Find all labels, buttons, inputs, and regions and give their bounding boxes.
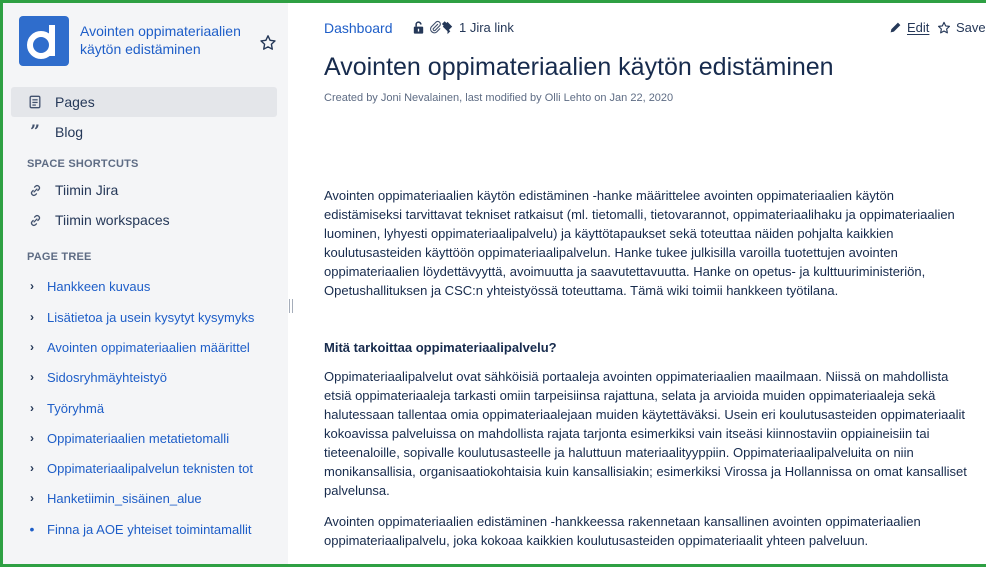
tree-item[interactable]: › Oppimateriaalipalvelun teknisten tot — [27, 457, 263, 479]
tree-item-label[interactable]: Sidosryhmäyhteistyö — [47, 370, 167, 385]
edit-label[interactable]: Edit — [907, 20, 929, 35]
save-for-later-button[interactable]: Save — [937, 20, 986, 35]
tree-item-label[interactable]: Finna ja AOE yhteiset toimintamallit — [47, 522, 251, 537]
tree-item-label[interactable]: Oppimateriaalien metatietomalli — [47, 431, 229, 446]
sidebar-resize-handle[interactable] — [289, 299, 295, 315]
tree-item[interactable]: › Hankkeen kuvaus — [27, 275, 263, 297]
unlock-icon[interactable] — [411, 20, 427, 36]
space-shortcuts-label: SPACE SHORTCUTS — [27, 158, 139, 170]
space-header: Avointen oppimateriaalien käytön edistäm… — [19, 14, 281, 70]
page-byline: Created by Joni Nevalainen, last modifie… — [324, 92, 674, 104]
breadcrumb-dashboard[interactable]: Dashboard — [324, 20, 393, 36]
page-toolbar: Dashboard 1 Jira link Edit Save — [324, 18, 986, 38]
tree-item[interactable]: › Oppimateriaalien metatietomalli — [27, 427, 263, 449]
jira-link[interactable]: 1 Jira link — [440, 20, 514, 35]
pages-icon — [27, 94, 43, 110]
page-body: Avointen oppimateriaalien käytön edistäm… — [324, 186, 969, 564]
shortcut-tiimin-jira[interactable]: Tiimin Jira — [11, 175, 277, 205]
link-icon — [27, 212, 43, 228]
app-frame: Avointen oppimateriaalien käytön edistäm… — [0, 0, 986, 567]
intro-paragraph: Avointen oppimateriaalien käytön edistäm… — [324, 188, 955, 298]
tree-item[interactable]: • Finna ja AOE yhteiset toimintamallit — [27, 518, 263, 540]
bullet-icon: • — [29, 521, 35, 537]
tree-item-label[interactable]: Työryhmä — [47, 401, 104, 416]
jira-link-label[interactable]: 1 Jira link — [459, 20, 514, 35]
tree-item-label[interactable]: Oppimateriaalipalvelun teknisten tot — [47, 461, 253, 476]
edit-button[interactable]: Edit — [889, 20, 929, 35]
body-paragraph: Avointen oppimateriaalien edistäminen -h… — [324, 514, 921, 548]
save-label[interactable]: Save — [956, 20, 986, 35]
sidebar-item-label: Pages — [55, 94, 95, 110]
main-content: Dashboard 1 Jira link Edit Save Avointen… — [324, 3, 986, 564]
page-title: Avointen oppimateriaalien käytön edistäm… — [324, 53, 834, 81]
star-space-icon[interactable] — [259, 34, 277, 52]
sidebar-item-label: Blog — [55, 124, 84, 140]
chevron-right-icon[interactable]: › — [27, 340, 37, 354]
shortcut-tiimin-workspaces[interactable]: Tiimin workspaces — [11, 205, 277, 235]
jira-icon — [441, 21, 453, 35]
sidebar-item-pages[interactable]: Pages — [11, 87, 277, 117]
space-logo-icon[interactable] — [19, 16, 69, 66]
space-title-link[interactable]: Avointen oppimateriaalien käytön edistäm… — [80, 22, 250, 58]
sidebar: Avointen oppimateriaalien käytön edistäm… — [3, 3, 288, 564]
tree-item[interactable]: › Työryhmä — [27, 397, 263, 419]
section-heading: Mitä tarkoittaa oppimateriaalipalvelu? — [324, 340, 557, 355]
blog-quote-icon: ” — [30, 122, 40, 142]
tree-item[interactable]: › Sidosryhmäyhteistyö — [27, 366, 263, 388]
chevron-right-icon[interactable]: › — [27, 461, 37, 475]
chevron-right-icon[interactable]: › — [27, 310, 37, 324]
tree-item-label[interactable]: Hanketiimin_sisäinen_alue — [47, 491, 202, 506]
shortcut-label: Tiimin Jira — [55, 182, 119, 198]
body-paragraph: Oppimateriaalipalvelut ovat sähköisiä po… — [324, 369, 967, 498]
chevron-right-icon[interactable]: › — [27, 491, 37, 505]
chevron-right-icon[interactable]: › — [27, 370, 37, 384]
tree-item[interactable]: › Lisätietoa ja usein kysytyt kysymyks — [27, 306, 263, 328]
chevron-right-icon[interactable]: › — [27, 431, 37, 445]
chevron-right-icon[interactable]: › — [27, 401, 37, 415]
star-icon — [937, 21, 951, 33]
chevron-right-icon[interactable]: › — [27, 279, 37, 293]
page-tree-label: PAGE TREE — [27, 251, 92, 263]
tree-item-label[interactable]: Lisätietoa ja usein kysytyt kysymyks — [47, 310, 254, 325]
tree-item[interactable]: › Hanketiimin_sisäinen_alue — [27, 487, 263, 509]
link-icon — [27, 182, 43, 198]
sidebar-item-blog[interactable]: ” Blog — [11, 117, 277, 147]
tree-item[interactable]: › Avointen oppimateriaalien määrittel — [27, 336, 263, 358]
tree-item-label[interactable]: Avointen oppimateriaalien määrittel — [47, 340, 250, 355]
pencil-icon — [890, 22, 901, 33]
tree-item-label[interactable]: Hankkeen kuvaus — [47, 279, 150, 294]
shortcut-label: Tiimin workspaces — [55, 212, 170, 228]
